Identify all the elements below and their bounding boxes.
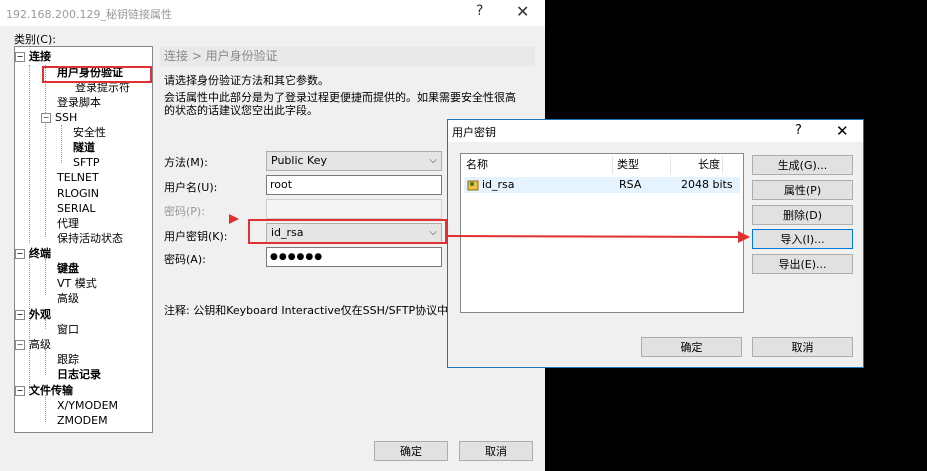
dialog-ok-button[interactable]: 确定 (641, 337, 742, 357)
tree-vt-mode[interactable]: VT 模式 (57, 277, 97, 291)
category-label: 类别(C): (14, 33, 56, 46)
username-input[interactable]: root (266, 175, 442, 195)
tree-xymodem[interactable]: X/YMODEM (57, 399, 118, 413)
passphrase-label: 密码(A): (164, 253, 206, 266)
tree-advanced[interactable]: 高级 (57, 292, 79, 306)
tree-zmodem[interactable]: ZMODEM (57, 414, 108, 428)
userkey-highlight-box (248, 219, 447, 244)
tree-security[interactable]: 安全性 (73, 126, 106, 140)
window-title: 192.168.200.129_秘钥链接属性 (6, 8, 172, 21)
tree-telnet[interactable]: TELNET (57, 171, 99, 185)
password-input (266, 199, 442, 219)
tree-serial[interactable]: SERIAL (57, 202, 95, 216)
column-header-type[interactable]: 类型 (617, 156, 671, 174)
cancel-button[interactable]: 取消 (459, 441, 533, 461)
tree-ssh[interactable]: − SSH (41, 111, 77, 125)
key-type: RSA (619, 178, 642, 191)
tree-logging[interactable]: 日志记录 (57, 368, 101, 382)
userkey-label: 用户密钥(K): (164, 230, 228, 243)
key-length: 2048 bits (681, 178, 733, 191)
method-select[interactable]: Public Key ⌵ (266, 151, 442, 171)
method-label: 方法(M): (164, 156, 208, 169)
tree-tunnel[interactable]: 隧道 (73, 141, 95, 155)
password-label: 密码(P): (164, 205, 205, 218)
tree-connect[interactable]: − 连接 (15, 50, 51, 64)
description-line-3: 的状态的话建议您空出此字段。 (164, 104, 318, 117)
delete-button[interactable]: 删除(D) (752, 205, 853, 225)
red-arrow-annotation (445, 231, 750, 243)
import-button[interactable]: 导入(I)... (752, 229, 853, 249)
tree-sftp[interactable]: SFTP (73, 156, 99, 170)
tree-terminal[interactable]: − 终端 (15, 247, 51, 261)
dialog-title-bar: 用户密钥 ? ✕ (448, 120, 863, 142)
tree-proxy[interactable]: 代理 (57, 217, 79, 231)
key-icon (467, 178, 479, 191)
tree-keepalive[interactable]: 保持活动状态 (57, 232, 123, 246)
title-bar: 192.168.200.129_秘钥链接属性 ? ✕ (0, 0, 545, 26)
table-row[interactable]: id_rsa RSA 2048 bits (464, 177, 740, 193)
generate-button[interactable]: 生成(G)... (752, 155, 853, 175)
breadcrumb: 连接 > 用户身份验证 (160, 47, 535, 66)
tree-keyboard[interactable]: 键盘 (57, 262, 79, 276)
properties-button[interactable]: 属性(P) (752, 180, 853, 200)
tree-trace[interactable]: 跟踪 (57, 353, 79, 367)
tree-advanced-2[interactable]: − 高级 (15, 338, 51, 352)
dialog-title: 用户密钥 (452, 126, 496, 139)
export-button[interactable]: 导出(E)... (752, 254, 853, 274)
pointer-triangle-icon (229, 214, 239, 224)
username-label: 用户名(U): (164, 181, 218, 194)
selection-highlight-box (42, 66, 152, 83)
passphrase-input[interactable]: ●●●●●● (266, 247, 442, 267)
tree-file-transfer[interactable]: − 文件传输 (15, 384, 73, 398)
close-icon[interactable]: ✕ (516, 2, 529, 21)
tree-login-script[interactable]: 登录脚本 (57, 96, 101, 110)
tree-rlogin[interactable]: RLOGIN (57, 187, 99, 201)
chevron-down-icon: ⌵ (429, 155, 437, 166)
description-line-1: 请选择身份验证方法和其它参数。 (164, 74, 329, 87)
column-header-name[interactable]: 名称 (466, 156, 613, 174)
tree-login-prompt[interactable]: 登录提示符 (75, 81, 130, 95)
help-icon[interactable]: ? (476, 3, 483, 19)
close-icon[interactable]: ✕ (836, 122, 849, 140)
category-tree[interactable]: − 连接 用户身份验证 登录提示符 登录脚本 − SSH 安全性 隧道 SFTP T… (14, 46, 153, 433)
ok-button[interactable]: 确定 (374, 441, 448, 461)
column-header-length[interactable]: 长度 (675, 156, 723, 174)
key-name: id_rsa (482, 178, 515, 191)
note-text: 注释: 公钥和Keyboard Interactive仅在SSH/SFTP协议中… (164, 304, 471, 317)
tree-appearance[interactable]: − 外观 (15, 308, 51, 322)
help-icon[interactable]: ? (795, 123, 802, 138)
dialog-cancel-button[interactable]: 取消 (752, 337, 853, 357)
tree-window[interactable]: 窗口 (57, 323, 79, 337)
